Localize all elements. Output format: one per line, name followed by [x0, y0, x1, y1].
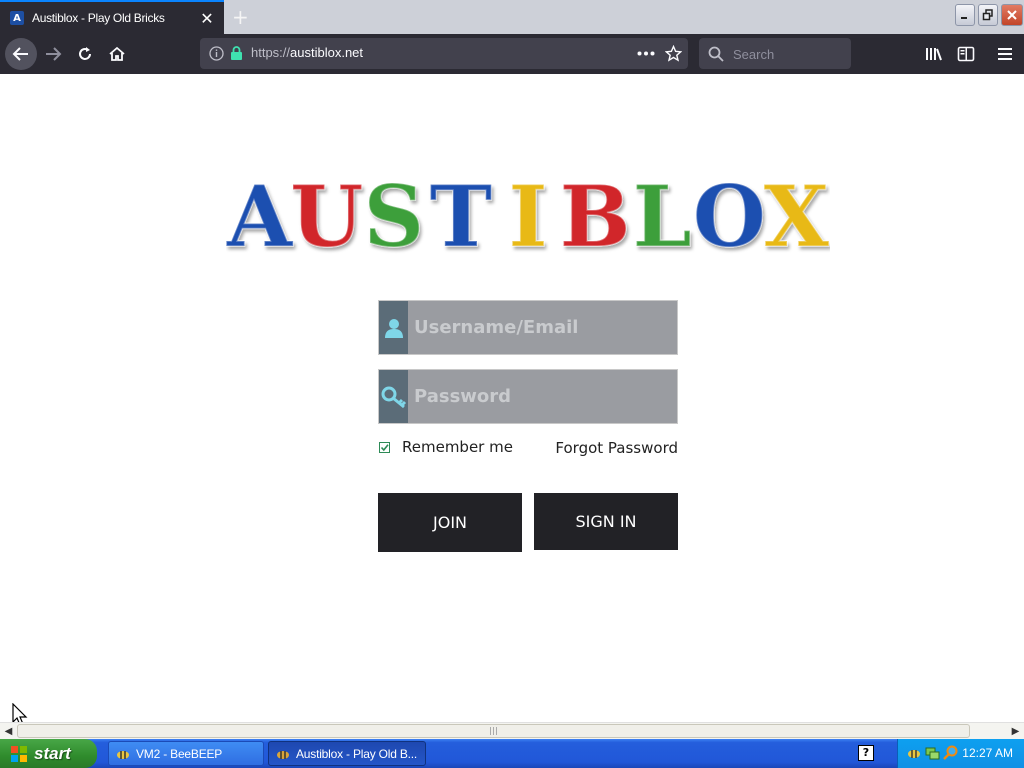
browser-tab-active[interactable]: A Austiblox - Play Old Bricks ✕ — [0, 0, 224, 34]
username-input[interactable] — [410, 301, 672, 354]
reload-icon — [79, 47, 91, 60]
password-field[interactable] — [378, 369, 678, 424]
sidebar-icon — [957, 46, 975, 62]
library-button[interactable] — [919, 39, 949, 69]
logo-letter: I — [508, 172, 547, 254]
new-tab-button[interactable]: + — [232, 5, 249, 29]
window-close-button[interactable] — [1001, 4, 1023, 26]
remember-me-label: Remember me — [402, 438, 513, 456]
tab-strip: A Austiblox - Play Old Bricks ✕ + — [0, 0, 1024, 34]
help-icon[interactable]: ? — [858, 745, 874, 761]
taskbar-item-beebeep[interactable]: VM2 - BeeBEEP — [108, 741, 264, 766]
start-label: start — [34, 743, 71, 763]
browser-app-icon — [277, 750, 289, 759]
join-button[interactable]: JOIN — [378, 493, 522, 552]
logo-letter: O — [693, 172, 766, 254]
address-bar[interactable]: https://austiblox.net — [200, 38, 688, 69]
horizontal-scrollbar[interactable]: ◀ ▶ — [0, 722, 1024, 740]
info-icon[interactable] — [209, 46, 224, 61]
search-icon — [708, 46, 724, 62]
logo-letter: X — [764, 172, 830, 254]
windows-taskbar: start VM2 - BeeBEEP Austiblox - Play Old… — [0, 739, 1024, 768]
logo-letter: S — [363, 172, 424, 254]
forward-button[interactable] — [38, 39, 68, 69]
menu-button[interactable] — [990, 39, 1020, 69]
grip-icon — [490, 727, 497, 735]
checkmark-icon — [380, 443, 389, 451]
sidebar-button[interactable] — [951, 39, 981, 69]
logo-letter: U — [290, 172, 363, 254]
logo-letter: L — [633, 172, 692, 254]
remember-me-checkbox[interactable] — [379, 441, 390, 453]
sign-in-button[interactable]: SIGN IN — [534, 493, 678, 550]
taskbar-clock[interactable]: 12:27 AM — [962, 746, 1013, 760]
scroll-left-icon[interactable]: ◀ — [0, 723, 17, 740]
logo-letter: T — [430, 172, 493, 254]
password-input[interactable] — [410, 370, 672, 423]
minimize-icon — [961, 17, 967, 19]
url-text: https://austiblox.net — [251, 45, 364, 60]
taskbar-item-label: Austiblox - Play Old B... — [296, 746, 418, 761]
scrollbar-thumb[interactable] — [17, 724, 970, 738]
taskbar-item-austiblox[interactable]: Austiblox - Play Old B... — [268, 741, 426, 766]
forward-arrow-icon — [46, 47, 62, 61]
username-field[interactable] — [378, 300, 678, 355]
restore-icon — [982, 9, 993, 21]
back-button[interactable] — [5, 38, 37, 70]
search-tray-icon[interactable] — [942, 745, 958, 761]
bee-icon — [117, 750, 129, 759]
search-input[interactable] — [731, 43, 845, 65]
window-restore-button[interactable] — [978, 4, 998, 26]
forgot-password-link[interactable]: Forgot Password — [555, 439, 678, 457]
back-arrow-icon — [12, 47, 28, 61]
library-icon — [926, 48, 942, 61]
user-icon — [379, 301, 408, 354]
austiblox-logo: AU S T I B L OX — [226, 172, 830, 254]
bee-tray-icon[interactable] — [906, 745, 922, 761]
tab-title: Austiblox - Play Old Bricks — [32, 11, 165, 25]
system-tray: 12:27 AM — [897, 739, 1024, 768]
logo-letter: B — [560, 172, 631, 254]
menu-icon — [998, 48, 1012, 60]
lock-icon[interactable] — [230, 46, 243, 61]
reload-button[interactable] — [70, 39, 100, 69]
home-icon — [109, 46, 125, 61]
home-button[interactable] — [102, 39, 132, 69]
window-minimize-button[interactable] — [955, 4, 975, 26]
taskbar-item-label: VM2 - BeeBEEP — [136, 746, 223, 761]
close-icon — [1007, 10, 1017, 20]
page-actions-icon[interactable] — [637, 51, 655, 56]
network-tray-icon[interactable] — [924, 745, 940, 761]
scroll-right-icon[interactable]: ▶ — [1007, 723, 1024, 740]
tab-close-icon[interactable]: ✕ — [198, 9, 216, 28]
start-button[interactable]: start — [0, 739, 97, 768]
key-icon — [379, 370, 408, 423]
browser-toolbar: https://austiblox.net — [0, 34, 1024, 74]
bookmark-star-icon[interactable] — [665, 45, 682, 62]
remember-me[interactable]: Remember me — [378, 438, 513, 456]
page-content: AUSTIBLOX Remember me Forgot Password JO… — [0, 74, 1024, 726]
logo-letter: A — [226, 172, 294, 254]
search-bar[interactable] — [699, 38, 851, 69]
site-favicon-icon: A — [10, 11, 24, 25]
windows-logo-icon — [11, 745, 27, 762]
